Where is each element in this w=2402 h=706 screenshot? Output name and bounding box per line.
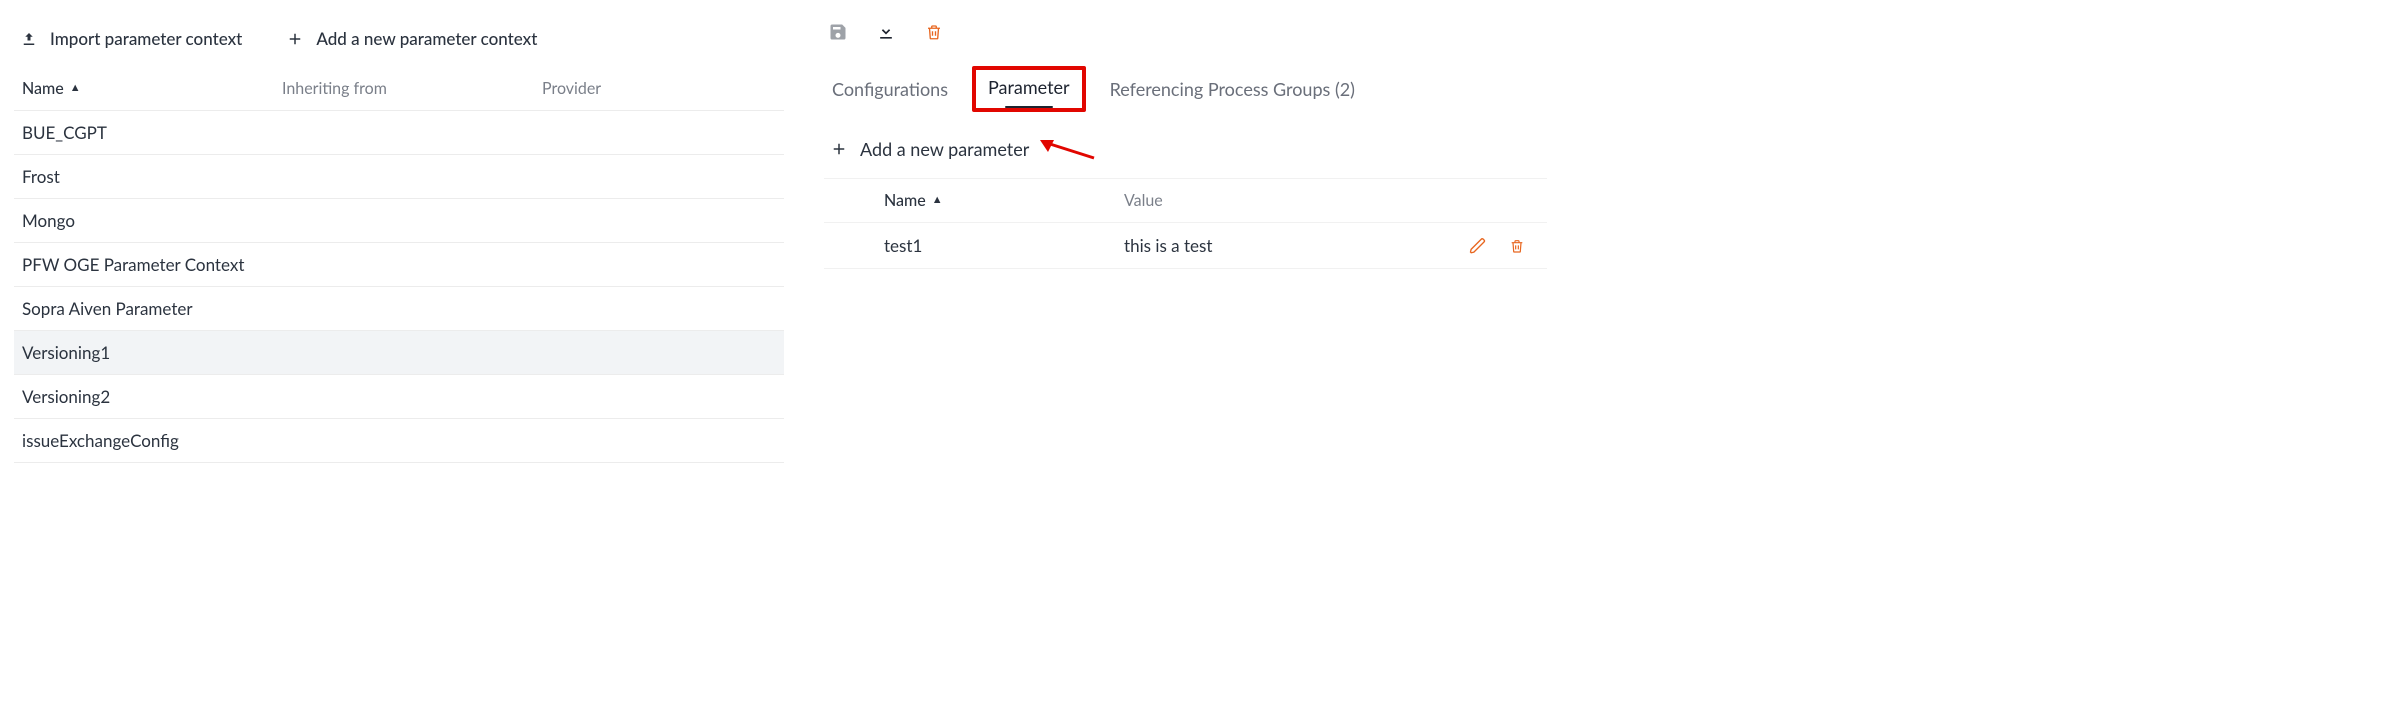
tab-configurations[interactable]: Configurations bbox=[830, 74, 950, 104]
context-table-header: Name ▲ Inheriting from Provider bbox=[14, 67, 784, 111]
plus-icon bbox=[830, 140, 848, 158]
parameter-table-header: Name ▲ Value bbox=[824, 178, 1547, 223]
detail-tabs: Configurations Parameter Referencing Pro… bbox=[824, 60, 1547, 118]
context-col-name-header[interactable]: Name ▲ bbox=[22, 79, 282, 98]
context-row[interactable]: Sopra Aiven Parameter bbox=[14, 287, 784, 331]
parameter-context-list-pane: Import parameter context Add a new param… bbox=[14, 20, 784, 463]
tab-parameter[interactable]: Parameter bbox=[986, 72, 1072, 102]
param-col-value-header[interactable]: Value bbox=[1124, 191, 1491, 210]
parameter-name: test1 bbox=[884, 235, 1124, 256]
context-col-provider-header[interactable]: Provider bbox=[542, 79, 776, 98]
parameter-row: test1this is a test bbox=[824, 223, 1547, 269]
parameter-value: this is a test bbox=[1124, 235, 1469, 256]
edit-icon[interactable] bbox=[1469, 237, 1487, 255]
context-row[interactable]: issueExchangeConfig bbox=[14, 419, 784, 463]
download-button[interactable] bbox=[876, 22, 896, 42]
context-row[interactable]: Mongo bbox=[14, 199, 784, 243]
add-parameter-label: Add a new parameter bbox=[860, 138, 1029, 160]
add-parameter-button[interactable]: Add a new parameter bbox=[824, 118, 1547, 178]
import-context-button[interactable]: Import parameter context bbox=[20, 28, 242, 49]
parameter-row-actions bbox=[1469, 237, 1527, 255]
param-col-name-header[interactable]: Name ▲ bbox=[884, 191, 1124, 210]
parameter-detail-pane: Configurations Parameter Referencing Pro… bbox=[824, 20, 1547, 463]
context-top-actions: Import parameter context Add a new param… bbox=[14, 20, 784, 67]
add-context-label: Add a new parameter context bbox=[316, 28, 537, 49]
tab-referencing-groups[interactable]: Referencing Process Groups (2) bbox=[1108, 74, 1357, 104]
save-button[interactable] bbox=[828, 22, 848, 42]
delete-context-button[interactable] bbox=[924, 22, 944, 42]
context-row[interactable]: Versioning1 bbox=[14, 331, 784, 375]
context-row[interactable]: BUE_CGPT bbox=[14, 111, 784, 155]
context-row[interactable]: Versioning2 bbox=[14, 375, 784, 419]
context-row[interactable]: Frost bbox=[14, 155, 784, 199]
annotation-highlight-box: Parameter bbox=[972, 66, 1086, 112]
context-col-inheriting-header[interactable]: Inheriting from bbox=[282, 79, 542, 98]
param-col-name-label: Name bbox=[884, 191, 926, 210]
detail-toolbar bbox=[824, 20, 1547, 60]
sort-asc-icon: ▲ bbox=[70, 81, 81, 94]
annotation-arrow-icon bbox=[1040, 140, 1096, 162]
plus-icon bbox=[286, 30, 304, 48]
add-context-button[interactable]: Add a new parameter context bbox=[286, 28, 537, 49]
context-row[interactable]: PFW OGE Parameter Context bbox=[14, 243, 784, 287]
delete-icon[interactable] bbox=[1509, 237, 1527, 255]
parameter-rows: test1this is a test bbox=[824, 223, 1547, 269]
upload-icon bbox=[20, 30, 38, 48]
context-rows: BUE_CGPTFrostMongoPFW OGE Parameter Cont… bbox=[14, 111, 784, 463]
context-col-name-label: Name bbox=[22, 79, 64, 98]
import-context-label: Import parameter context bbox=[50, 28, 242, 49]
sort-asc-icon: ▲ bbox=[932, 193, 943, 206]
